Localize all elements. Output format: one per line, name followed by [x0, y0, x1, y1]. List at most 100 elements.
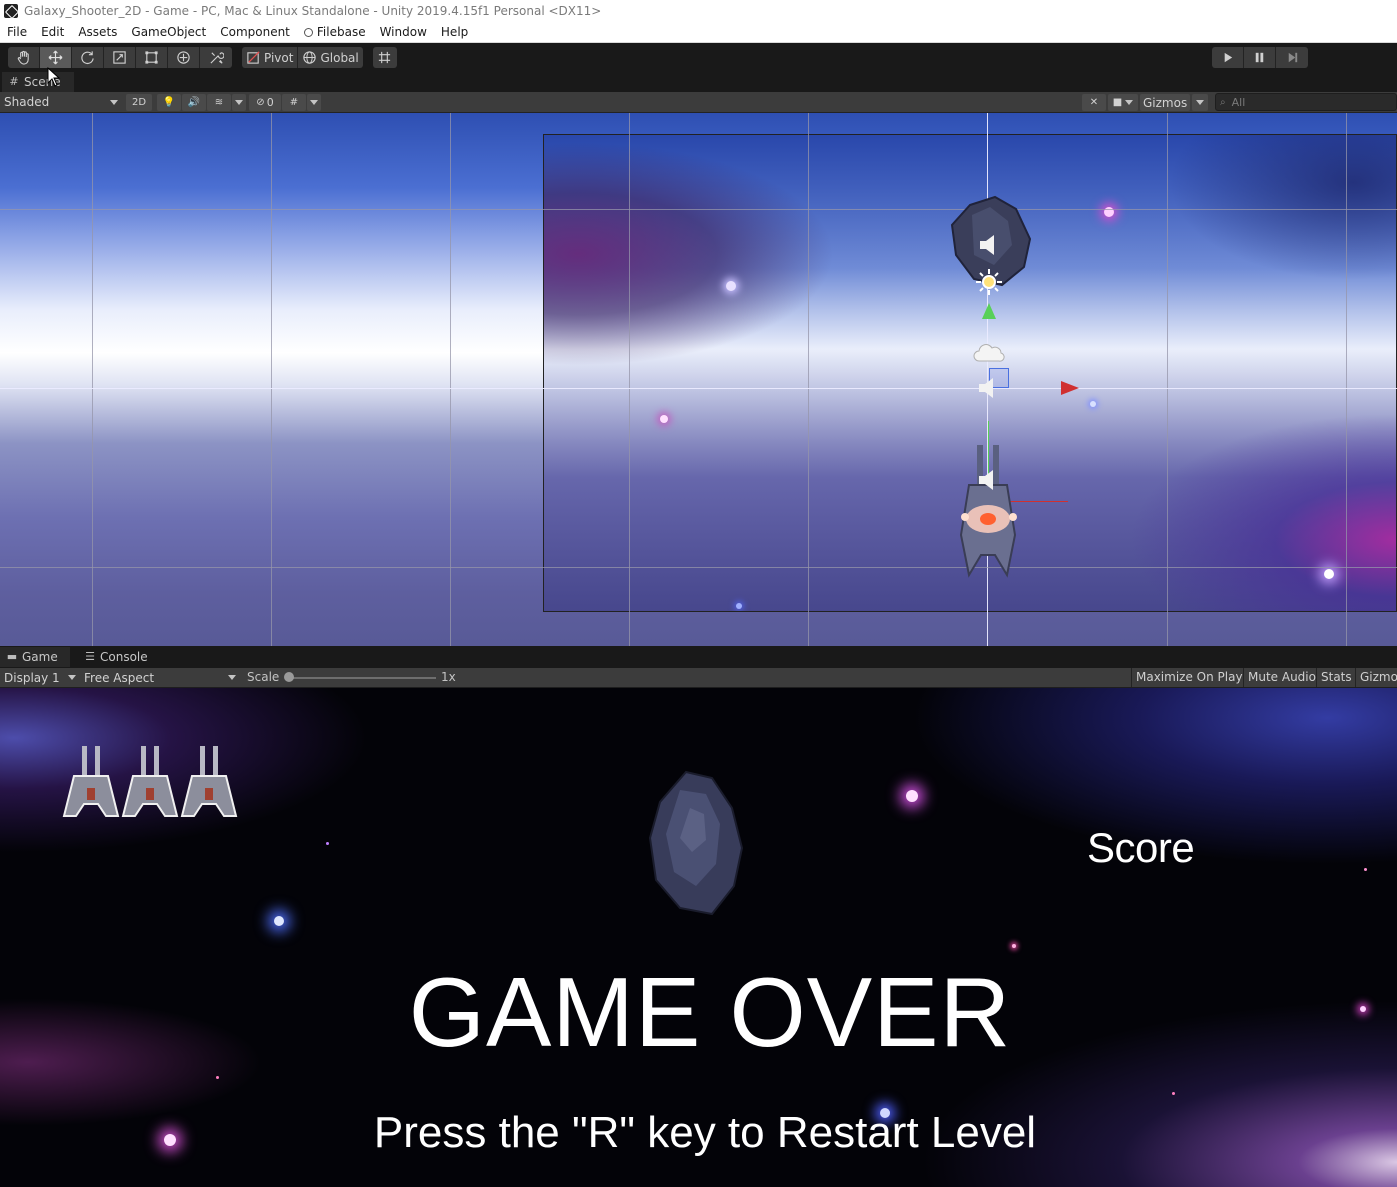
audio-source-icon: [979, 378, 993, 398]
search-icon: ⌕: [1220, 96, 1226, 108]
rect-tool-button[interactable]: [136, 47, 168, 68]
mode-2d-toggle[interactable]: 2D: [126, 93, 152, 111]
menu-edit[interactable]: Edit: [34, 22, 71, 43]
effects-dropdown[interactable]: [232, 93, 246, 111]
star-sprite: [726, 281, 736, 291]
player-ship-sprite[interactable]: [955, 445, 1021, 581]
star-sprite: [1012, 944, 1016, 948]
audio-source-icon: [980, 235, 994, 255]
camera-icon: ■: [1112, 97, 1123, 108]
play-button[interactable]: [1212, 47, 1244, 68]
step-icon: [1288, 52, 1297, 63]
window-title: Galaxy_Shooter_2D - Game - PC, Mac & Lin…: [24, 4, 602, 18]
gamepad-icon: ▬: [6, 650, 18, 663]
menu-help[interactable]: Help: [434, 22, 475, 43]
grid-toggle[interactable]: #: [282, 93, 306, 111]
menu-file[interactable]: File: [0, 22, 34, 43]
tab-console[interactable]: ☰ Console: [78, 647, 154, 667]
scene-viewport[interactable]: [0, 113, 1397, 646]
menu-filebase[interactable]: Filebase: [297, 22, 373, 43]
grid-dropdown[interactable]: [307, 93, 321, 111]
rotate-tool-button[interactable]: [72, 47, 104, 68]
tab-console-label: Console: [100, 650, 148, 664]
grid-icon: #: [9, 75, 19, 88]
star-sprite: [1172, 1092, 1175, 1095]
mute-audio-toggle[interactable]: Mute Audio: [1243, 668, 1320, 687]
move-icon: [48, 50, 63, 65]
menu-assets[interactable]: Assets: [71, 22, 124, 43]
handle-toggles: Pivot Global: [242, 47, 363, 68]
custom-tool-button[interactable]: [200, 47, 232, 68]
scene-toolbar: Shaded 2D 💡 🔊 ≋ ⊘ 0 # ✕ ■ Gizmos ⌕ All: [0, 92, 1397, 113]
display-dropdown[interactable]: Display 1: [0, 668, 80, 687]
lighting-toggle[interactable]: 💡: [157, 93, 181, 111]
scene-search-input[interactable]: ⌕ All: [1215, 93, 1397, 111]
star-sprite: [906, 790, 918, 802]
chevron-down-icon: [235, 99, 243, 105]
aspect-value: Free Aspect: [84, 670, 155, 685]
menu-gameobject[interactable]: GameObject: [124, 22, 213, 43]
pause-button[interactable]: [1244, 47, 1276, 68]
scale-slider-thumb[interactable]: [284, 672, 294, 682]
star-sprite: [326, 842, 329, 845]
game-gizmos-toggle[interactable]: Gizmos: [1355, 668, 1397, 687]
scale-slider-track[interactable]: [290, 677, 436, 679]
tab-game[interactable]: ▬ Game: [0, 647, 70, 667]
scale-value: 1x: [441, 670, 456, 684]
global-toggle[interactable]: Global: [298, 47, 362, 68]
aspect-dropdown[interactable]: Free Aspect: [80, 668, 240, 687]
chevron-down-icon: [310, 99, 318, 105]
maximize-on-play-toggle[interactable]: Maximize On Play: [1131, 668, 1247, 687]
shading-mode-value: Shaded: [4, 95, 50, 109]
menu-filebase-label: Filebase: [316, 24, 366, 39]
chevron-down-icon: [110, 99, 118, 105]
grid-line: [0, 567, 1397, 568]
step-button[interactable]: [1276, 47, 1308, 68]
shading-mode-dropdown[interactable]: Shaded: [0, 93, 122, 112]
star-sprite: [1324, 569, 1334, 579]
hand-tool-button[interactable]: [8, 47, 40, 68]
chevron-down-icon: [68, 675, 76, 680]
audio-toggle[interactable]: 🔊: [182, 93, 206, 111]
star-sprite: [274, 916, 284, 926]
gizmo-x-arrow-icon[interactable]: [1061, 381, 1079, 395]
chevron-down-icon: [1196, 100, 1204, 105]
mouse-cursor-icon: [47, 67, 61, 87]
gizmo-y-arrow-icon[interactable]: [982, 303, 996, 319]
transform-tool-button[interactable]: [168, 47, 200, 68]
unity-logo-icon: [4, 4, 18, 18]
eye-slash-icon: ⊘: [256, 96, 265, 108]
scene-tools-button[interactable]: ✕: [1082, 94, 1106, 111]
tab-game-label: Game: [22, 650, 58, 664]
audio-source-icon: [979, 470, 993, 490]
menu-component[interactable]: Component: [213, 22, 297, 43]
scale-icon: [113, 51, 126, 64]
rotate-icon: [81, 51, 94, 65]
grid-snap-button[interactable]: [373, 47, 397, 68]
game-viewport[interactable]: Score GAME OVER Press the "R" key to Res…: [0, 688, 1397, 1187]
stats-toggle[interactable]: Stats: [1316, 668, 1356, 687]
star-sprite: [1090, 401, 1096, 407]
gizmos-dropdown[interactable]: [1192, 94, 1208, 111]
tools-icon: ✕: [1089, 97, 1099, 108]
transform-tools: [8, 47, 232, 68]
pivot-toggle[interactable]: Pivot: [242, 47, 299, 68]
snap-group: [372, 47, 397, 68]
effects-toggle[interactable]: ≋: [207, 93, 231, 111]
star-sprite: [216, 1076, 219, 1079]
scale-tool-button[interactable]: [104, 47, 136, 68]
asteroid-sprite: [648, 770, 744, 916]
camera-dropdown[interactable]: ■: [1108, 94, 1138, 111]
grid-line: [0, 209, 1397, 210]
gizmos-button[interactable]: Gizmos: [1140, 94, 1191, 111]
menu-window[interactable]: Window: [373, 22, 434, 43]
rect-icon: [145, 51, 158, 64]
hidden-objects-toggle[interactable]: ⊘ 0: [249, 93, 281, 111]
move-tool-button[interactable]: [40, 47, 72, 68]
main-toolbar: Pivot Global: [0, 43, 1397, 72]
tab-scene[interactable]: # Scene: [2, 72, 74, 92]
playback-controls: [1212, 47, 1308, 68]
grid-snap-icon: [379, 51, 391, 64]
pause-icon: [1255, 52, 1264, 63]
scale-label: Scale: [247, 670, 280, 684]
